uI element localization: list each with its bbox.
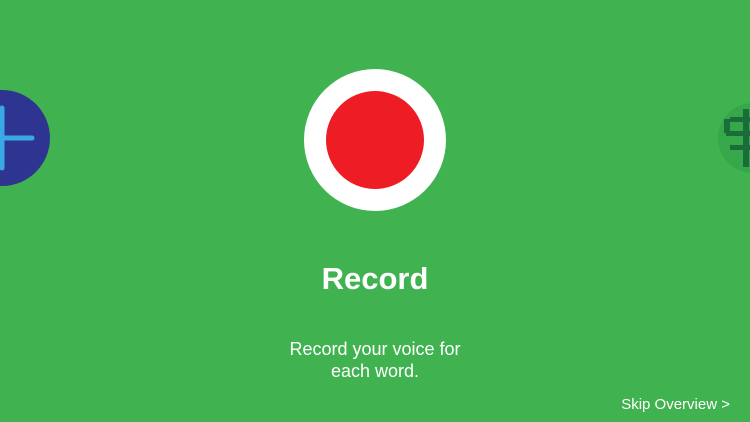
record-icon [326,91,424,189]
slide-title: Record [321,261,429,296]
slide-description: Record your voice for each word. [275,338,475,382]
overview-screen: Record Record your voice for each word. … [0,0,750,422]
skip-overview-button[interactable]: Skip Overview > [621,395,730,415]
plus-icon[interactable] [0,90,50,186]
slide-description-line: each word. [330,361,420,381]
record-button[interactable] [304,69,446,211]
slide-description-line: Record your voice for [289,339,461,359]
tree-icon[interactable] [718,103,750,173]
